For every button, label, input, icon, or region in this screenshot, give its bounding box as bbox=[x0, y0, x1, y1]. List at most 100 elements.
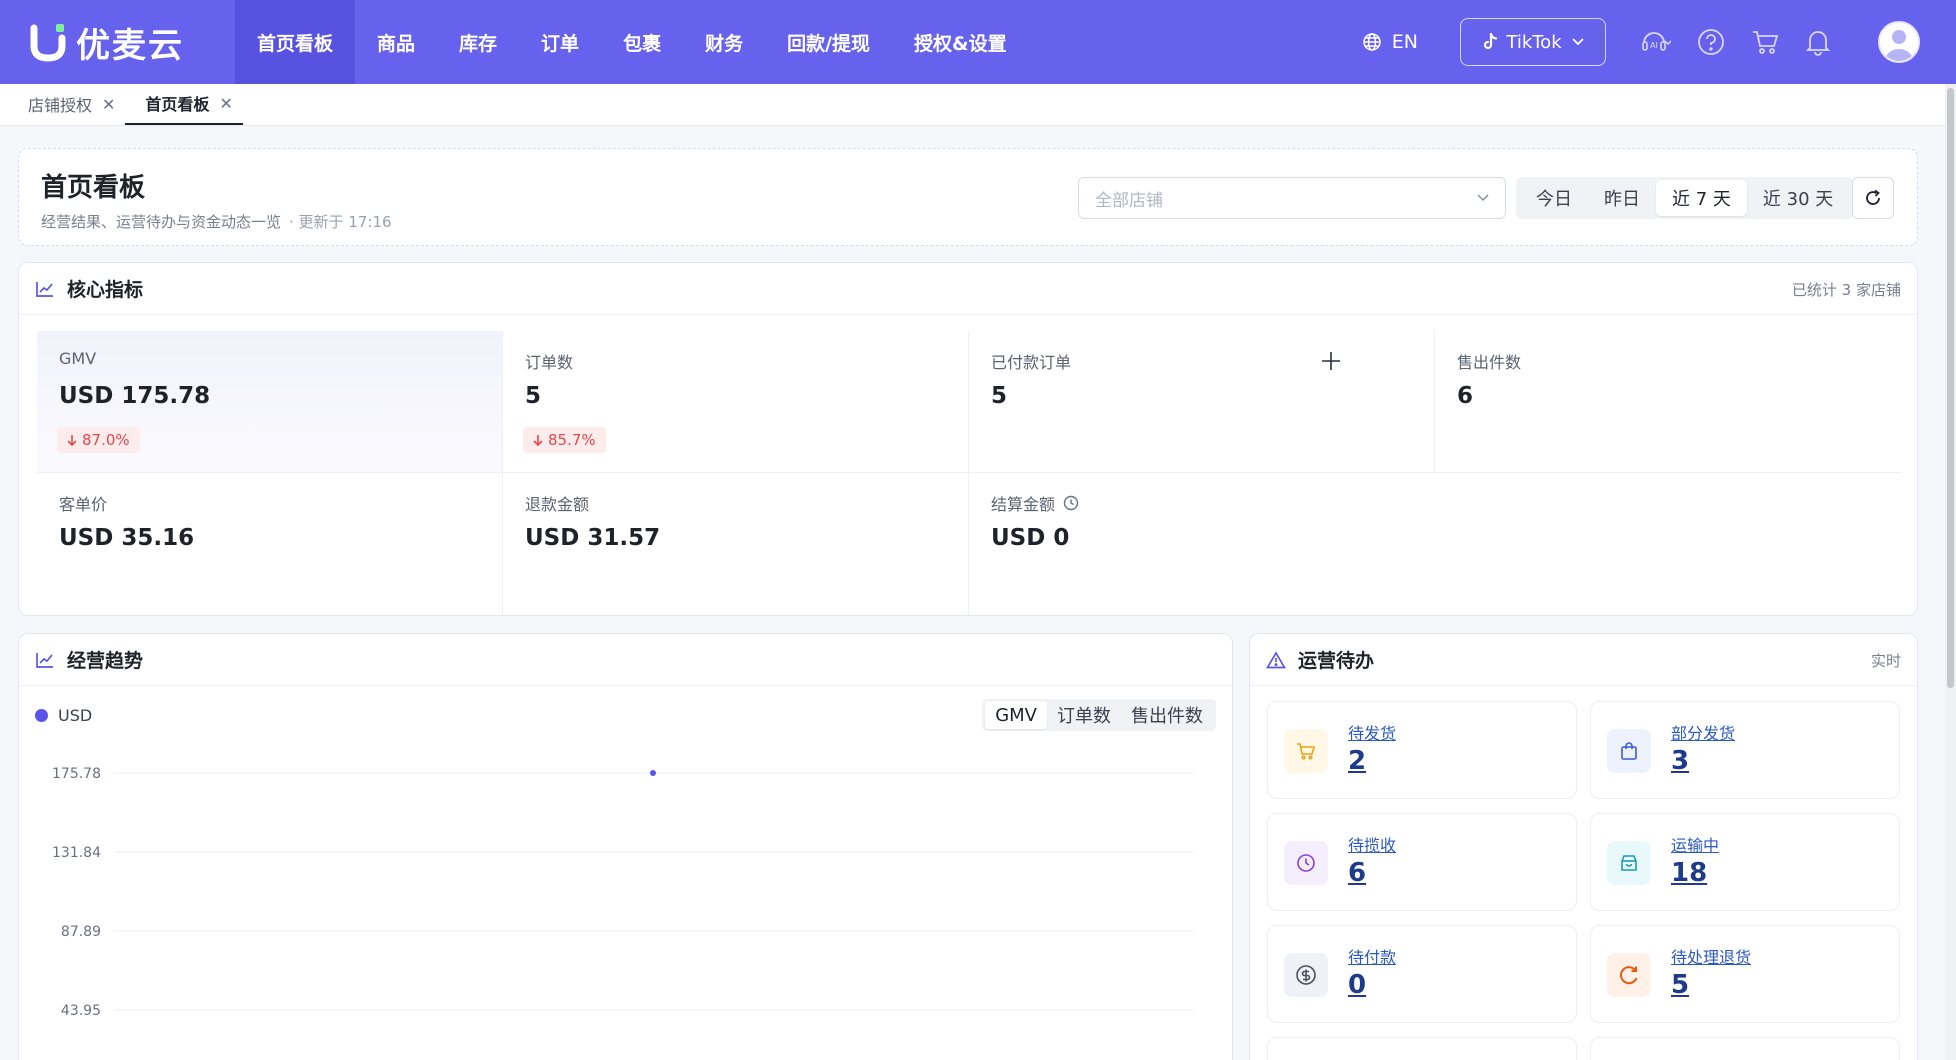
todo-label[interactable]: 待付款 bbox=[1348, 944, 1396, 968]
section-header: 核心指标 已统计 3 家店铺 bbox=[19, 263, 1917, 315]
metric-paid-orders[interactable]: 已付款订单 5 bbox=[969, 331, 1435, 473]
tab-dashboard[interactable]: 首页看板 ✕ bbox=[125, 83, 243, 125]
ai-assistant-button[interactable]: AI bbox=[1641, 29, 1671, 55]
todo-pending-returns[interactable]: 待处理退货 5 bbox=[1590, 925, 1900, 1023]
core-metrics-card: 核心指标 已统计 3 家店铺 GMV USD 175.78 87.0% 订单数 … bbox=[18, 262, 1918, 616]
user-avatar[interactable] bbox=[1878, 21, 1920, 63]
change-badge: 87.0% bbox=[57, 427, 140, 453]
vertical-scrollbar[interactable] bbox=[1945, 84, 1956, 1060]
range-7-days[interactable]: 近 7 天 bbox=[1656, 180, 1747, 216]
language-switch[interactable]: EN bbox=[1362, 31, 1418, 53]
metric-settlement-amount[interactable]: 结算金额 USD 0 bbox=[969, 473, 1435, 615]
help-button[interactable] bbox=[1697, 28, 1725, 56]
main-nav: 首页看板 商品 库存 订单 包裹 财务 回款/提现 授权&设置 bbox=[235, 0, 1029, 84]
platform-label: TikTok bbox=[1506, 31, 1562, 53]
warning-triangle-icon bbox=[1266, 650, 1286, 668]
todo-icon-wrap bbox=[1607, 729, 1651, 773]
todo-count[interactable]: 5 bbox=[1671, 970, 1689, 1000]
range-yesterday[interactable]: 昨日 bbox=[1588, 180, 1656, 216]
y-tick-label: 43.95 bbox=[61, 1003, 101, 1019]
todo-icon-wrap bbox=[1284, 953, 1328, 997]
todo-card-partial[interactable] bbox=[1590, 1037, 1900, 1060]
realtime-label: 实时 bbox=[1870, 652, 1901, 670]
notifications-button[interactable] bbox=[1805, 28, 1831, 56]
chevron-down-icon bbox=[1477, 194, 1489, 202]
todo-count[interactable]: 2 bbox=[1348, 746, 1366, 776]
tab-store-auth[interactable]: 店铺授权 ✕ bbox=[0, 83, 125, 125]
metric-gmv[interactable]: GMV USD 175.78 87.0% bbox=[37, 331, 503, 473]
nav-products[interactable]: 商品 bbox=[355, 0, 437, 84]
todo-label[interactable]: 待处理退货 bbox=[1671, 944, 1751, 968]
metric-order-count[interactable]: 订单数 5 85.7% bbox=[503, 331, 969, 473]
metric-units-sold[interactable]: 售出件数 6 bbox=[1435, 331, 1901, 473]
trend-tab-orders[interactable]: 订单数 bbox=[1047, 701, 1121, 729]
section-header: 运营待办 实时 bbox=[1250, 634, 1917, 686]
todo-in-transit[interactable]: 运输中 18 bbox=[1590, 813, 1900, 911]
todo-label[interactable]: 待发货 bbox=[1348, 720, 1396, 744]
bell-icon bbox=[1805, 31, 1831, 56]
cart-button[interactable] bbox=[1751, 29, 1779, 55]
metric-value: USD 35.16 bbox=[59, 525, 195, 551]
close-icon[interactable]: ✕ bbox=[219, 94, 232, 113]
todo-card-partial[interactable] bbox=[1267, 1037, 1577, 1060]
metric-refund-amount[interactable]: 退款金额 USD 31.57 bbox=[503, 473, 969, 615]
todo-count[interactable]: 0 bbox=[1348, 970, 1366, 1000]
data-point[interactable] bbox=[650, 770, 656, 776]
trend-chart: 175.78 131.84 87.89 43.95 bbox=[52, 766, 1194, 1019]
close-icon[interactable]: ✕ bbox=[102, 95, 115, 114]
nav-packages[interactable]: 包裹 bbox=[601, 0, 683, 84]
todo-label[interactable]: 待揽收 bbox=[1348, 832, 1396, 856]
todo-pending-payment[interactable]: 待付款 0 bbox=[1267, 925, 1577, 1023]
box-icon bbox=[1621, 855, 1637, 871]
change-badge: 85.7% bbox=[523, 427, 606, 453]
date-range-group: 今日 昨日 近 7 天 近 30 天 bbox=[1516, 177, 1854, 219]
crosshair-cursor-icon bbox=[1322, 352, 1340, 370]
todo-count[interactable]: 18 bbox=[1671, 858, 1707, 888]
todo-pending-shipment[interactable]: 待发货 2 bbox=[1267, 701, 1577, 799]
tab-label: 首页看板 bbox=[145, 95, 210, 114]
section-title: 经营趋势 bbox=[67, 650, 144, 672]
metric-value: 6 bbox=[1457, 383, 1474, 409]
language-label: EN bbox=[1391, 31, 1418, 53]
todo-pending-pickup[interactable]: 待揽收 6 bbox=[1267, 813, 1577, 911]
todo-partial-shipment[interactable]: 部分发货 3 bbox=[1590, 701, 1900, 799]
store-select[interactable]: 全部店铺 bbox=[1078, 177, 1506, 219]
refresh-button[interactable] bbox=[1852, 177, 1894, 219]
chart-legend[interactable]: USD bbox=[35, 706, 92, 725]
trend-tab-units[interactable]: 售出件数 bbox=[1121, 701, 1213, 729]
metric-avg-order-value[interactable]: 客单价 USD 35.16 bbox=[37, 473, 503, 615]
clock-info-icon[interactable] bbox=[1063, 495, 1079, 511]
legend-dot bbox=[35, 709, 48, 722]
business-trend-card: 经营趋势 USD GMV 订单数 售出件数 175.78 131.84 87.89 4… bbox=[18, 633, 1233, 1060]
updated-time: · 更新于 17:16 bbox=[289, 213, 392, 231]
range-30-days[interactable]: 近 30 天 bbox=[1747, 180, 1849, 216]
nav-inventory[interactable]: 库存 bbox=[437, 0, 519, 84]
nav-finance[interactable]: 财务 bbox=[683, 0, 765, 84]
arrow-down-icon bbox=[533, 435, 543, 446]
todo-count[interactable]: 6 bbox=[1348, 858, 1366, 888]
trend-chart-icon bbox=[36, 652, 53, 668]
nav-dashboard[interactable]: 首页看板 bbox=[235, 0, 356, 84]
logo[interactable]: 优麦云 bbox=[0, 0, 235, 84]
todo-label[interactable]: 运输中 bbox=[1671, 832, 1719, 856]
trend-tab-gmv[interactable]: GMV bbox=[985, 701, 1047, 729]
metric-value: USD 175.78 bbox=[59, 383, 211, 409]
todo-icon-wrap bbox=[1284, 729, 1328, 773]
platform-selector[interactable]: TikTok bbox=[1460, 18, 1606, 66]
nav-payout[interactable]: 回款/提现 bbox=[765, 0, 892, 84]
todo-count[interactable]: 3 bbox=[1671, 746, 1689, 776]
bag-icon bbox=[1621, 742, 1637, 760]
top-navigation-bar: 优麦云 首页看板 商品 库存 订单 包裹 财务 回款/提现 授权&设置 EN T… bbox=[0, 0, 1956, 84]
scrollbar-thumb[interactable] bbox=[1947, 88, 1954, 688]
range-today[interactable]: 今日 bbox=[1520, 180, 1588, 216]
refresh-icon bbox=[1866, 189, 1880, 205]
logo-text: 优麦云 bbox=[76, 25, 184, 66]
globe-icon bbox=[1363, 33, 1381, 51]
nav-orders[interactable]: 订单 bbox=[519, 0, 601, 84]
nav-settings[interactable]: 授权&设置 bbox=[892, 0, 1029, 84]
todo-label[interactable]: 部分发货 bbox=[1671, 720, 1735, 744]
store-select-placeholder: 全部店铺 bbox=[1095, 190, 1163, 211]
todo-icon-wrap bbox=[1284, 841, 1328, 885]
help-icon bbox=[1698, 29, 1724, 55]
tiktok-icon bbox=[1484, 33, 1498, 50]
